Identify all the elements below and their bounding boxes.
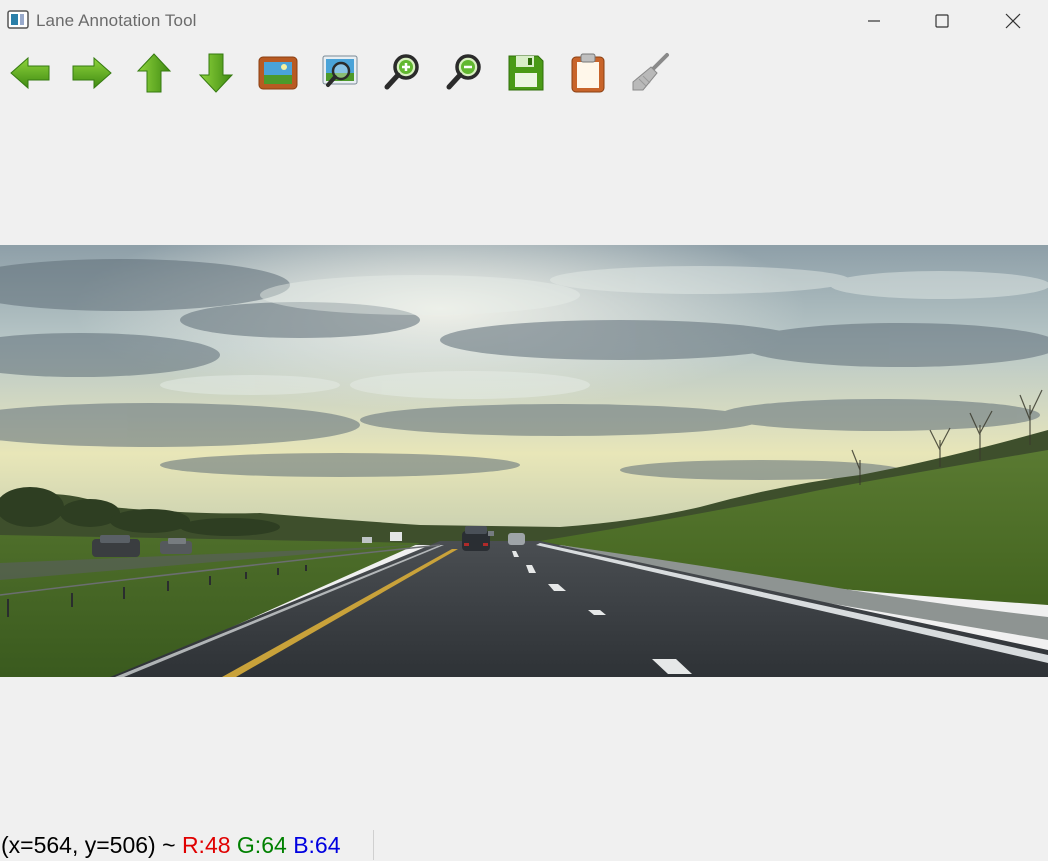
up-button[interactable] <box>131 50 177 96</box>
broom-icon <box>632 53 669 91</box>
arrow-right-icon <box>72 56 112 90</box>
zoom-out-icon <box>446 54 481 90</box>
zoom-fit-icon <box>322 55 358 87</box>
previous-button[interactable] <box>7 50 53 96</box>
zoom-in-icon <box>384 54 419 90</box>
arrow-up-icon <box>136 53 172 93</box>
minimize-icon <box>868 20 880 22</box>
open-image-button[interactable] <box>255 50 301 96</box>
fit-image-button[interactable] <box>317 50 363 96</box>
title-bar: Lane Annotation Tool <box>0 0 1048 42</box>
maximize-button[interactable] <box>911 0 973 42</box>
floppy-save-icon <box>508 55 544 91</box>
next-button[interactable] <box>69 50 115 96</box>
highway-photo <box>0 245 1048 677</box>
status-bar: (x=564, y=506) ~ R:48 G:64 B:64 <box>0 826 1048 861</box>
image-icon <box>258 56 298 90</box>
window-title: Lane Annotation Tool <box>36 11 197 30</box>
close-icon <box>1005 13 1021 29</box>
arrow-down-icon <box>198 53 234 93</box>
app-icon <box>7 10 29 30</box>
toolbar <box>0 42 1048 104</box>
zoom-out-button[interactable] <box>441 50 487 96</box>
minimize-button[interactable] <box>843 0 905 42</box>
blue-value: B:64 <box>293 832 341 858</box>
clipboard-icon <box>571 53 605 93</box>
clipboard-button[interactable] <box>565 50 611 96</box>
cursor-coordinates: (x=564, y=506) ~ <box>1 832 176 858</box>
status-divider <box>373 830 374 860</box>
save-button[interactable] <box>503 50 549 96</box>
pixel-readout: (x=564, y=506) ~ R:48 G:64 B:64 <box>1 832 341 859</box>
arrow-left-icon <box>10 56 50 90</box>
road-image[interactable] <box>0 245 1048 677</box>
down-button[interactable] <box>193 50 239 96</box>
green-value: G:64 <box>236 832 287 858</box>
image-canvas[interactable] <box>0 104 1048 826</box>
red-value: R:48 <box>181 832 231 858</box>
close-button[interactable] <box>982 0 1044 42</box>
zoom-in-button[interactable] <box>379 50 425 96</box>
clear-button[interactable] <box>627 50 673 96</box>
maximize-icon <box>935 14 949 28</box>
